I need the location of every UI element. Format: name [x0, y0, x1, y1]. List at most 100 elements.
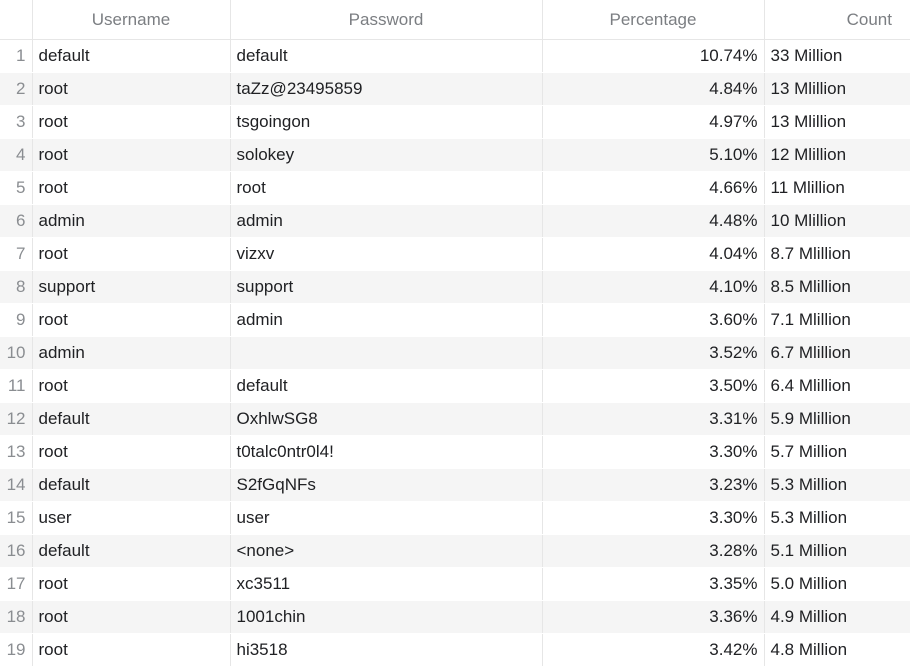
header-username[interactable]: Username [31, 0, 230, 40]
table-row: 15 user user 3.30% 5.3 Million [0, 501, 910, 535]
row-index: 12 [0, 402, 32, 436]
row-index: 10 [0, 336, 32, 370]
username-cell: root [31, 72, 230, 106]
percentage-cell: 4.84% [541, 72, 764, 106]
table-body: 1 default default 10.74% 33 Million 2 ro… [0, 39, 910, 667]
row-index: 8 [0, 270, 32, 304]
table-row: 8 support support 4.10% 8.5 Mlillion [0, 270, 910, 304]
password-cell: hi3518 [229, 633, 542, 667]
table-row: 10 admin 3.52% 6.7 Mlillion [0, 336, 910, 370]
table-row: 19 root hi3518 3.42% 4.8 Million [0, 633, 910, 667]
row-index: 18 [0, 600, 32, 634]
header-count[interactable]: Count [763, 0, 910, 40]
password-cell [229, 336, 542, 370]
percentage-cell: 3.35% [541, 567, 764, 601]
table-row: 12 default OxhlwSG8 3.31% 5.9 Mlillion [0, 402, 910, 436]
username-cell: support [31, 270, 230, 304]
username-cell: root [31, 237, 230, 271]
table-header: Username Password Percentage Count [0, 0, 910, 40]
count-cell: 13 Mlillion [763, 72, 910, 106]
username-cell: root [31, 369, 230, 403]
count-cell: 5.3 Million [763, 468, 910, 502]
percentage-cell: 3.28% [541, 534, 764, 568]
header-index [0, 0, 32, 40]
username-cell: root [31, 105, 230, 139]
table-row: 17 root xc3511 3.35% 5.0 Million [0, 567, 910, 601]
credentials-table: Username Password Percentage Count 1 def… [0, 0, 910, 667]
count-cell: 6.4 Mlillion [763, 369, 910, 403]
table-row: 2 root taZz@23495859 4.84% 13 Mlillion [0, 72, 910, 106]
password-cell: admin [229, 204, 542, 238]
count-cell: 33 Million [763, 39, 910, 73]
row-index: 4 [0, 138, 32, 172]
password-cell: default [229, 39, 542, 73]
percentage-cell: 3.36% [541, 600, 764, 634]
password-cell: support [229, 270, 542, 304]
percentage-cell: 5.10% [541, 138, 764, 172]
password-cell: admin [229, 303, 542, 337]
password-cell: taZz@23495859 [229, 72, 542, 106]
table-row: 11 root default 3.50% 6.4 Mlillion [0, 369, 910, 403]
count-cell: 5.0 Million [763, 567, 910, 601]
percentage-cell: 4.48% [541, 204, 764, 238]
percentage-cell: 3.42% [541, 633, 764, 667]
header-percentage[interactable]: Percentage [541, 0, 764, 40]
percentage-cell: 3.30% [541, 435, 764, 469]
count-cell: 5.7 Million [763, 435, 910, 469]
row-index: 1 [0, 39, 32, 73]
percentage-cell: 4.10% [541, 270, 764, 304]
username-cell: default [31, 402, 230, 436]
table-row: 18 root 1001chin 3.36% 4.9 Million [0, 600, 910, 634]
count-cell: 4.9 Million [763, 600, 910, 634]
username-cell: admin [31, 336, 230, 370]
password-cell: <none> [229, 534, 542, 568]
percentage-cell: 4.04% [541, 237, 764, 271]
password-cell: xc3511 [229, 567, 542, 601]
count-cell: 4.8 Million [763, 633, 910, 667]
count-cell: 8.5 Mlillion [763, 270, 910, 304]
password-cell: OxhlwSG8 [229, 402, 542, 436]
percentage-cell: 3.30% [541, 501, 764, 535]
username-cell: root [31, 171, 230, 205]
password-cell: default [229, 369, 542, 403]
username-cell: root [31, 633, 230, 667]
count-cell: 5.9 Mlillion [763, 402, 910, 436]
header-password[interactable]: Password [229, 0, 542, 40]
row-index: 17 [0, 567, 32, 601]
row-index: 16 [0, 534, 32, 568]
username-cell: user [31, 501, 230, 535]
username-cell: root [31, 303, 230, 337]
row-index: 11 [0, 369, 32, 403]
percentage-cell: 4.66% [541, 171, 764, 205]
count-cell: 12 Mlillion [763, 138, 910, 172]
password-cell: S2fGqNFs [229, 468, 542, 502]
table-row: 13 root t0talc0ntr0l4! 3.30% 5.7 Million [0, 435, 910, 469]
count-cell: 11 Mlillion [763, 171, 910, 205]
count-cell: 7.1 Mlillion [763, 303, 910, 337]
table-row: 4 root solokey 5.10% 12 Mlillion [0, 138, 910, 172]
row-index: 19 [0, 633, 32, 667]
table-row: 1 default default 10.74% 33 Million [0, 39, 910, 73]
header-row: Username Password Percentage Count [0, 0, 910, 40]
table-row: 16 default <none> 3.28% 5.1 Million [0, 534, 910, 568]
password-cell: tsgoingon [229, 105, 542, 139]
row-index: 15 [0, 501, 32, 535]
username-cell: default [31, 534, 230, 568]
row-index: 9 [0, 303, 32, 337]
percentage-cell: 3.52% [541, 336, 764, 370]
percentage-cell: 10.74% [541, 39, 764, 73]
percentage-cell: 4.97% [541, 105, 764, 139]
password-cell: user [229, 501, 542, 535]
username-cell: default [31, 468, 230, 502]
percentage-cell: 3.31% [541, 402, 764, 436]
count-cell: 10 Mlillion [763, 204, 910, 238]
username-cell: root [31, 138, 230, 172]
password-cell: root [229, 171, 542, 205]
row-index: 14 [0, 468, 32, 502]
username-cell: root [31, 435, 230, 469]
row-index: 6 [0, 204, 32, 238]
count-cell: 13 Mlillion [763, 105, 910, 139]
username-cell: root [31, 600, 230, 634]
count-cell: 6.7 Mlillion [763, 336, 910, 370]
table-row: 9 root admin 3.60% 7.1 Mlillion [0, 303, 910, 337]
